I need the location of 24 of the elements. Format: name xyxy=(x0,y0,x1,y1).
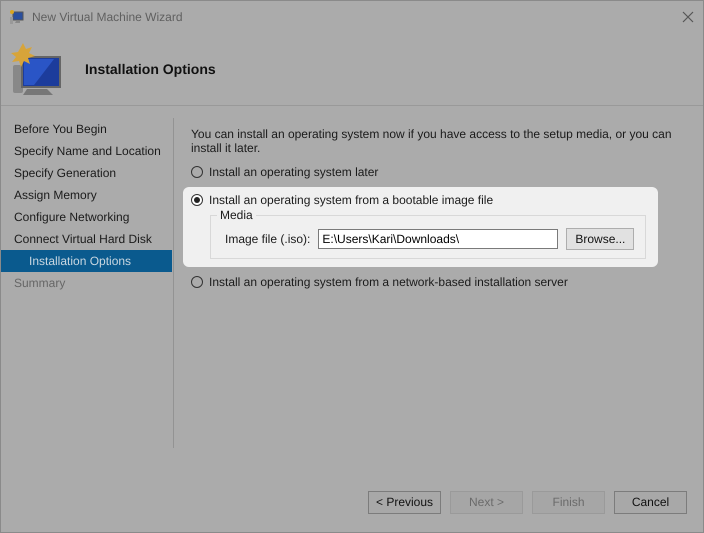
page-title: Installation Options xyxy=(85,60,216,76)
option-label[interactable]: Install an operating system later xyxy=(209,165,378,179)
field-label: Image file (.iso): xyxy=(225,232,310,246)
group-label: Media xyxy=(217,208,256,222)
wizard-step[interactable]: Connect Virtual Hard Disk xyxy=(1,228,173,250)
wizard-button[interactable]: < Previous xyxy=(368,490,441,514)
image-file-field[interactable]: E:\Users\Kari\Downloads\ xyxy=(318,229,558,249)
close-icon[interactable] xyxy=(681,10,695,24)
wizard-step[interactable]: Installation Options xyxy=(1,250,172,272)
wizard-step[interactable]: Before You Begin xyxy=(1,118,173,140)
radio-button[interactable] xyxy=(191,276,203,288)
intro-text: You can install an operating system now if you have access to the setup media, or you can install it later. xyxy=(191,127,673,155)
wizard-step[interactable]: Specify Generation xyxy=(1,162,173,184)
radio-button[interactable] xyxy=(191,194,203,206)
wizard-step[interactable]: Specify Name and Location xyxy=(1,140,173,162)
wizard-button[interactable]: Cancel xyxy=(614,490,687,514)
wizard-step[interactable]: Assign Memory xyxy=(1,184,173,206)
radio-button[interactable] xyxy=(191,166,203,178)
option-label[interactable]: Install an operating system from a bootable image file xyxy=(209,193,494,207)
window-title: New Virtual Machine Wizard xyxy=(32,10,184,24)
browse-button[interactable]: Browse... xyxy=(566,228,634,250)
option-label[interactable]: Install an operating system from a network-based installation server xyxy=(209,275,568,289)
computer-icon xyxy=(9,8,25,24)
wizard-step[interactable]: Configure Networking xyxy=(1,206,173,228)
